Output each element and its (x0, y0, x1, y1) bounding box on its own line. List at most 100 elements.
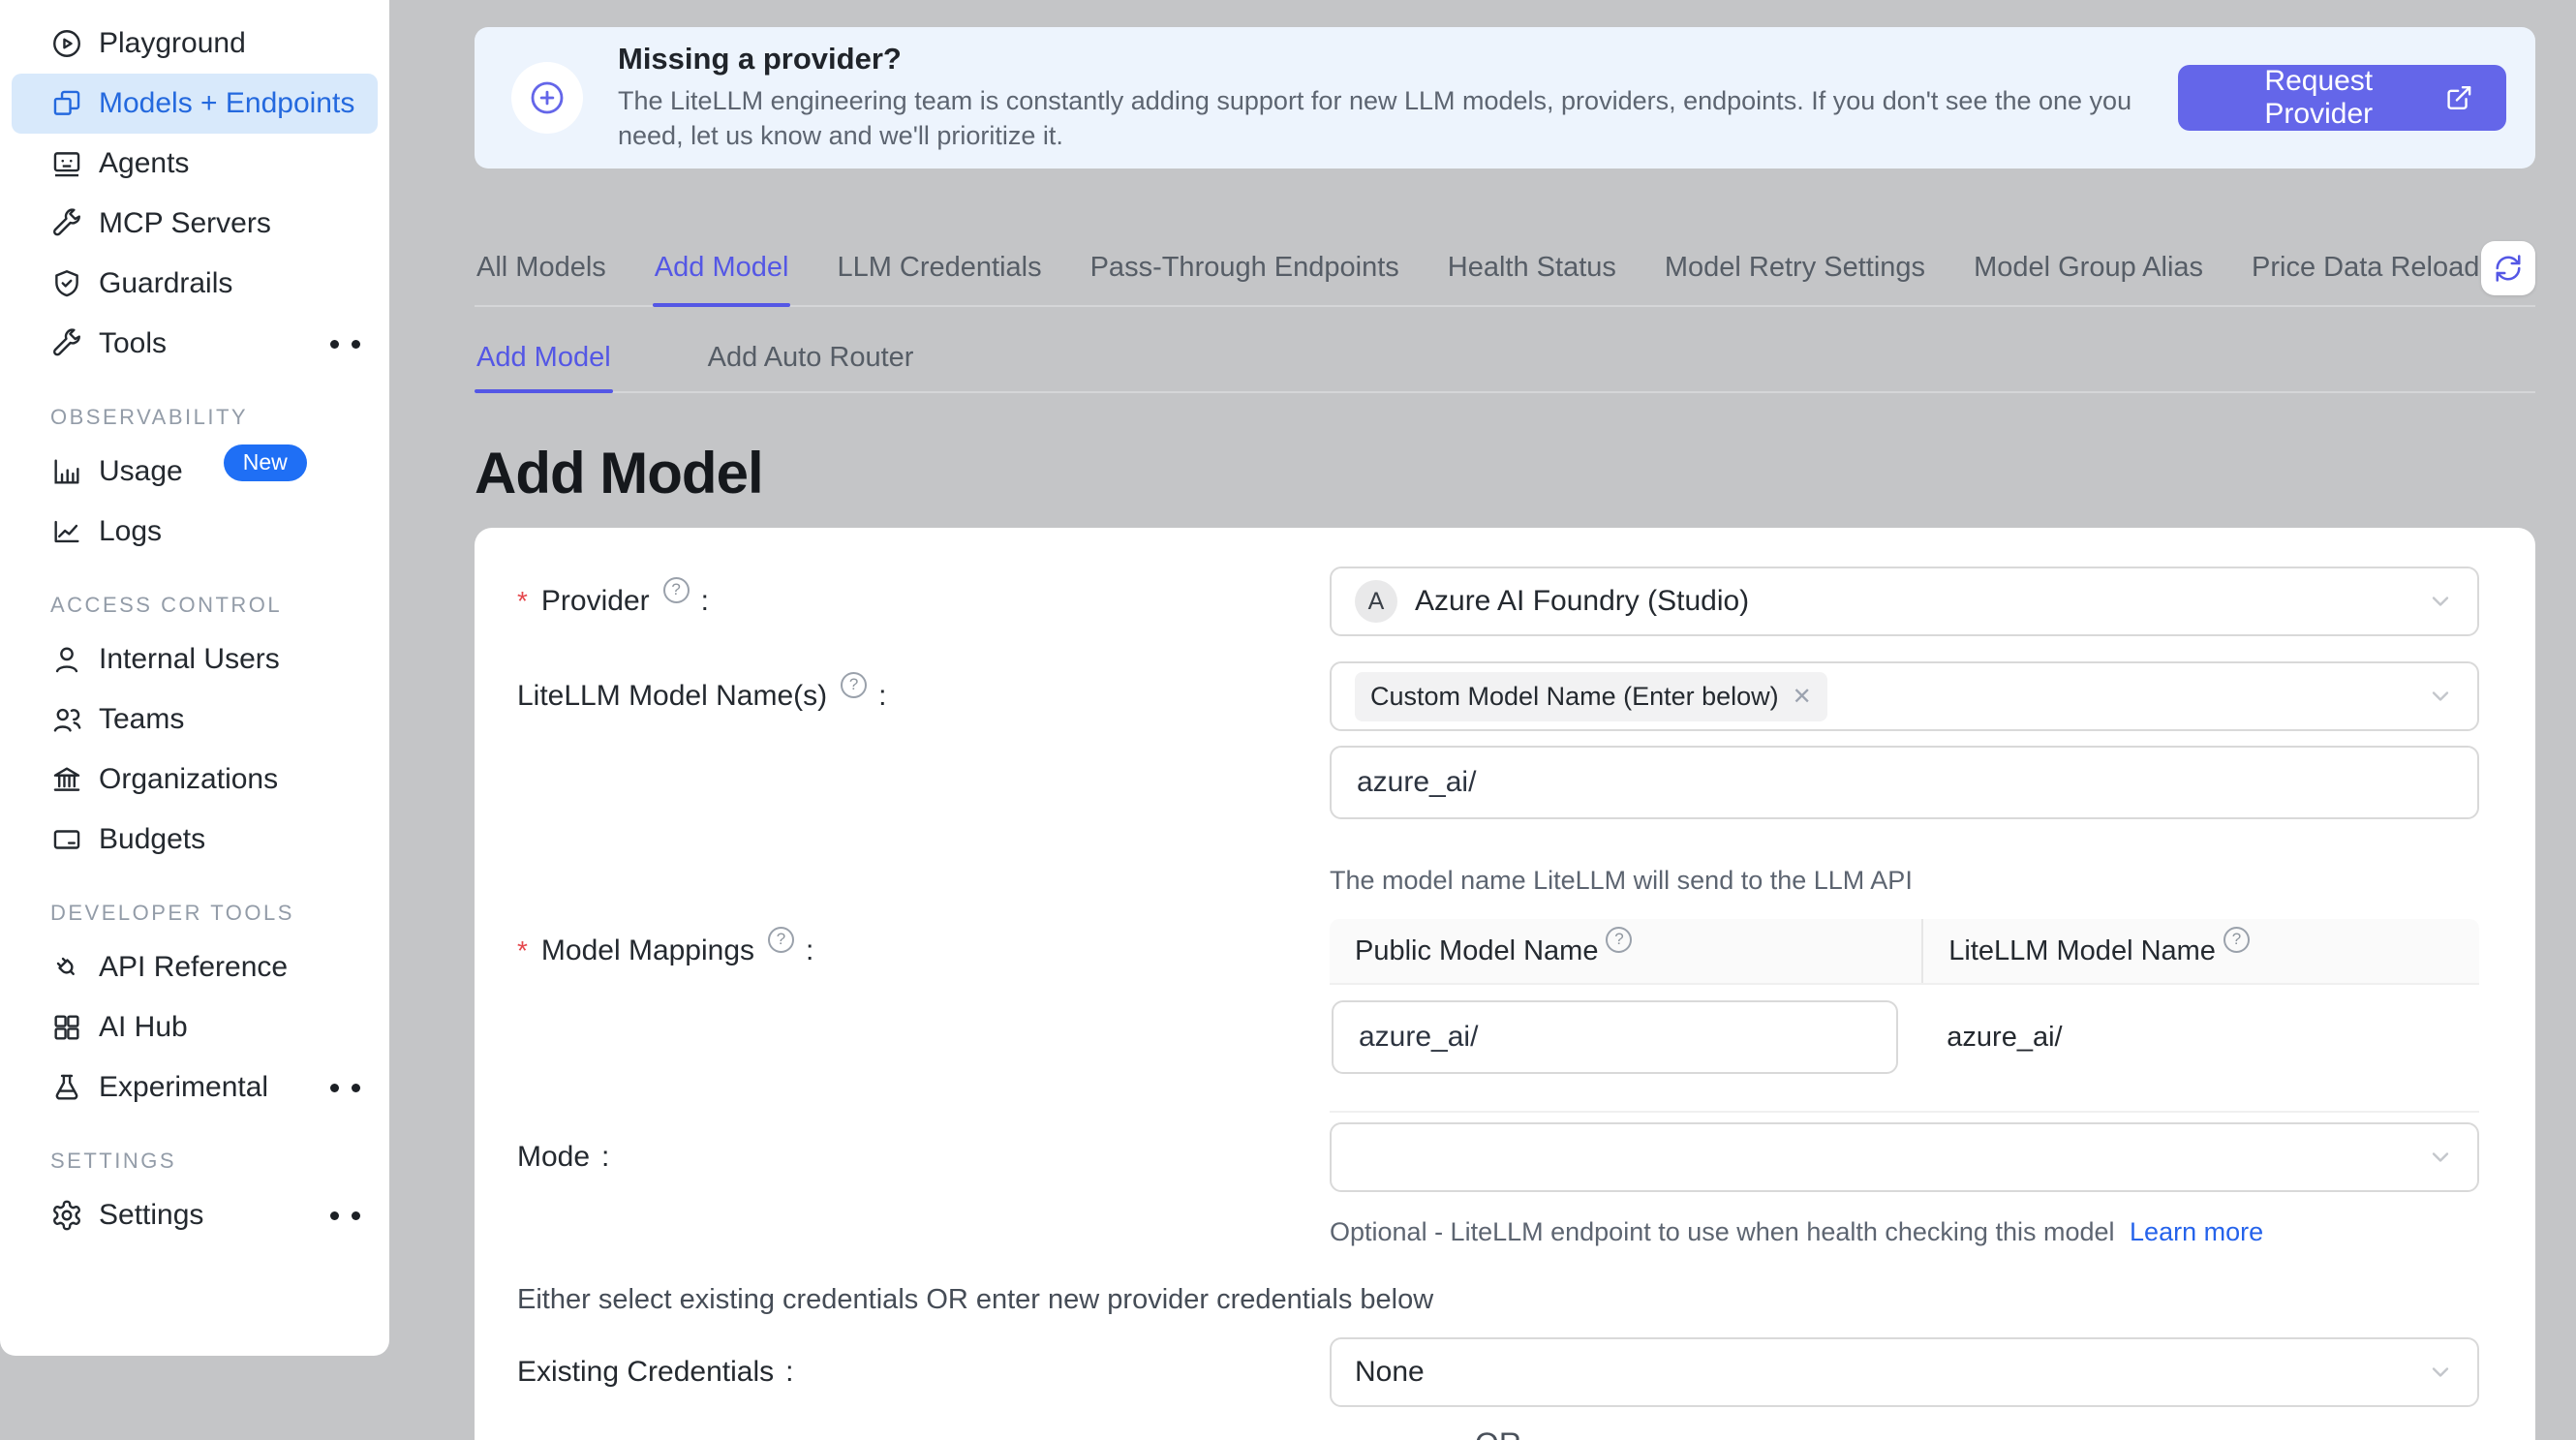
sidebar-item-label: Usage (99, 455, 183, 488)
existing-credentials-value: None (1355, 1356, 1425, 1389)
more-dots-icon (330, 1211, 360, 1220)
tab-pass-through-endpoints[interactable]: Pass-Through Endpoints (1089, 225, 1401, 305)
sidebar-item-settings[interactable]: Settings (12, 1185, 378, 1245)
learn-more-link[interactable]: Learn more (2130, 1217, 2263, 1246)
sidebar-item-playground[interactable]: Playground (12, 14, 378, 74)
sidebar-item-guardrails[interactable]: Guardrails (12, 254, 378, 314)
remove-tag-icon[interactable]: ✕ (1793, 683, 1812, 711)
sidebar-item-agents[interactable]: Agents (12, 134, 378, 194)
public-model-name-header: Public Model Name ? (1330, 919, 1921, 983)
mode-row: Mode : Optional - LiteLLM endpoint to us… (517, 1122, 2479, 1247)
request-provider-label: Request Provider (2211, 65, 2426, 131)
help-icon[interactable]: ? (768, 927, 794, 953)
add-model-subtabs: Add Model Add Auto Router (475, 328, 2535, 393)
sidebar-item-ai-hub[interactable]: AI Hub (12, 997, 378, 1057)
more-dots-icon (330, 340, 360, 349)
banner-text: Missing a provider? The LiteLLM engineer… (618, 42, 2143, 154)
sidebar-item-label: Tools (99, 327, 167, 360)
sidebar-item-mcp-servers[interactable]: MCP Servers (12, 194, 378, 254)
provider-avatar: A (1355, 580, 1397, 623)
existing-credentials-label: Existing Credentials : (517, 1337, 1330, 1407)
credit-card-icon (50, 823, 83, 856)
sidebar-item-teams[interactable]: Teams (12, 689, 378, 750)
provider-select-value: Azure AI Foundry (Studio) (1415, 585, 1749, 618)
tab-health-status[interactable]: Health Status (1446, 225, 1618, 305)
bar-chart-icon (50, 455, 83, 488)
user-icon (50, 643, 83, 676)
tab-llm-credentials[interactable]: LLM Credentials (835, 225, 1043, 305)
chevron-down-icon (2427, 588, 2454, 615)
add-model-form-card: * Provider ? : A Azure AI Foundry (Studi… (475, 528, 2535, 1440)
mode-select[interactable] (1330, 1122, 2479, 1192)
or-divider-label: OR (1446, 1426, 1550, 1440)
sidebar-item-organizations[interactable]: Organizations (12, 750, 378, 810)
litellm-model-name-header: LiteLLM Model Name ? (1921, 919, 2479, 983)
request-provider-button[interactable]: Request Provider (2178, 65, 2506, 131)
required-asterisk: * (517, 935, 528, 966)
sidebar-item-usage[interactable]: Usage New (12, 442, 378, 502)
help-icon[interactable]: ? (663, 577, 690, 603)
sidebar-item-internal-users[interactable]: Internal Users (12, 629, 378, 689)
litellm-model-names-select[interactable]: Custom Model Name (Enter below) ✕ (1330, 661, 2479, 731)
grid-icon (50, 1011, 83, 1044)
page-title: Add Model (475, 440, 2535, 506)
sidebar-section-observability: OBSERVABILITY (0, 399, 389, 436)
play-circle-icon (50, 27, 83, 60)
provider-select[interactable]: A Azure AI Foundry (Studio) (1330, 567, 2479, 636)
model-name-help-text: The model name LiteLLM will send to the … (1330, 866, 2479, 896)
sidebar-item-tools[interactable]: Tools (12, 314, 378, 374)
litellm-model-name-value: azure_ai/ (1923, 1022, 2062, 1054)
tab-all-models[interactable]: All Models (475, 225, 608, 305)
sidebar-section-access-control: ACCESS CONTROL (0, 587, 389, 624)
agents-icon (50, 147, 83, 180)
mappings-header: Public Model Name ? LiteLLM Model Name ? (1330, 919, 2479, 985)
chevron-down-icon (2427, 683, 2454, 710)
help-icon[interactable]: ? (1606, 927, 1632, 953)
or-divider: OR (517, 1426, 2479, 1440)
sidebar-item-api-reference[interactable]: API Reference (12, 937, 378, 997)
sidebar-item-label: MCP Servers (99, 207, 271, 240)
sidebar-item-label: AI Hub (99, 1011, 188, 1044)
users-icon (50, 703, 83, 736)
banner-body: The LiteLLM engineering team is constant… (618, 84, 2143, 154)
flask-icon (50, 1071, 83, 1104)
sidebar-item-label: Budgets (99, 823, 205, 856)
litellm-model-names-label: LiteLLM Model Name(s) ? : (517, 661, 1330, 731)
external-link-icon (2445, 83, 2473, 112)
mode-help-text: Optional - LiteLLM endpoint to use when … (1330, 1217, 2479, 1247)
wrench-icon (50, 207, 83, 240)
sidebar-item-logs[interactable]: Logs (12, 502, 378, 562)
tab-add-model[interactable]: Add Model (653, 225, 791, 305)
sidebar-item-models-endpoints[interactable]: Models + Endpoints (12, 74, 378, 134)
main-content: Missing a provider? The LiteLLM engineer… (389, 0, 2576, 1440)
missing-provider-banner: Missing a provider? The LiteLLM engineer… (475, 27, 2535, 169)
shield-icon (50, 267, 83, 300)
sidebar-item-label: Agents (99, 147, 189, 180)
bank-icon (50, 763, 83, 796)
sidebar-item-label: Organizations (99, 763, 278, 796)
sidebar-section-developer-tools: DEVELOPER TOOLS (0, 895, 389, 932)
existing-credentials-select[interactable]: None (1330, 1337, 2479, 1407)
sync-icon (2494, 254, 2523, 283)
sidebar-item-budgets[interactable]: Budgets (12, 810, 378, 870)
sidebar: Playground Models + Endpoints Agents MCP… (0, 0, 389, 1356)
help-icon[interactable]: ? (841, 672, 867, 698)
banner-title: Missing a provider? (618, 42, 2143, 77)
sidebar-item-label: Internal Users (99, 643, 280, 676)
tab-model-group-alias[interactable]: Model Group Alias (1972, 225, 2205, 305)
subtab-add-auto-router[interactable]: Add Auto Router (706, 328, 916, 391)
help-icon[interactable]: ? (2223, 927, 2250, 953)
sidebar-item-label: Guardrails (99, 267, 232, 300)
tab-price-data-reload[interactable]: Price Data Reload (2250, 225, 2481, 305)
sidebar-item-experimental[interactable]: Experimental (12, 1057, 378, 1118)
tab-model-retry-settings[interactable]: Model Retry Settings (1663, 225, 1927, 305)
sidebar-item-label: Settings (99, 1199, 203, 1232)
public-model-name-input[interactable] (1332, 1000, 1898, 1074)
custom-model-name-input[interactable] (1330, 746, 2479, 819)
subtab-add-model[interactable]: Add Model (475, 328, 613, 391)
refresh-button[interactable] (2481, 241, 2535, 295)
model-tabs: All Models Add Model LLM Credentials Pas… (475, 225, 2535, 307)
required-asterisk: * (517, 586, 528, 617)
sidebar-item-label: Experimental (99, 1071, 268, 1104)
wrench-icon (50, 327, 83, 360)
